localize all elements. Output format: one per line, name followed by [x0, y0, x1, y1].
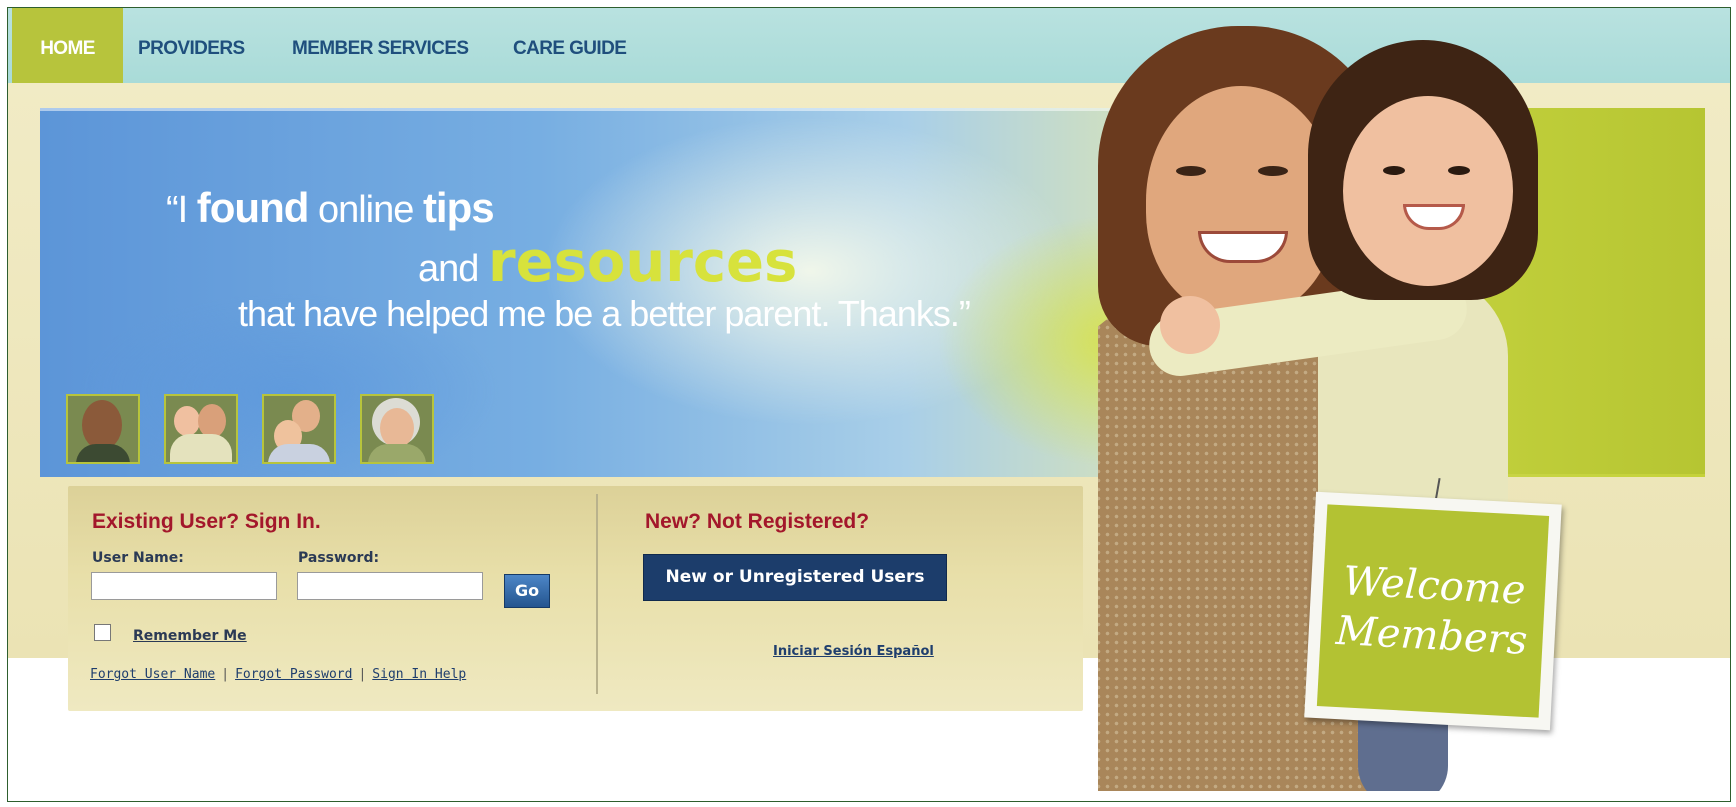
nav-providers[interactable]: PROVIDERS	[138, 38, 245, 60]
hero-quote-line-2: and resources	[418, 230, 797, 295]
password-label: Password:	[298, 550, 380, 566]
testimonial-thumb-senior[interactable]	[360, 394, 434, 464]
new-unregistered-users-button[interactable]: New or Unregistered Users	[643, 554, 947, 601]
username-label: User Name:	[92, 550, 184, 566]
quote-resources: resources	[487, 230, 798, 295]
spanish-signin-link[interactable]: Iniciar Sesión Español	[773, 644, 934, 659]
welcome-members-sign: Welcome Members	[1304, 491, 1562, 731]
man-face-icon	[82, 400, 122, 450]
woman-face-icon	[198, 404, 226, 438]
panel-divider	[596, 494, 598, 694]
link-separator: |	[358, 667, 367, 682]
nav-care-guide[interactable]: CARE GUIDE	[513, 38, 627, 60]
remember-me-checkbox[interactable]	[94, 624, 111, 641]
forgot-username-link[interactable]: Forgot User Name	[90, 667, 215, 682]
remember-me-link[interactable]: Remember Me	[133, 628, 247, 644]
hero-quote-line-1: “I found online tips	[166, 184, 495, 232]
quote-online: online	[308, 189, 423, 231]
sign-line-members: Members	[1334, 607, 1529, 664]
quote-open: “I	[166, 189, 197, 231]
clothes-icon	[268, 444, 330, 462]
register-title: New? Not Registered?	[645, 510, 870, 533]
girl-face-icon	[174, 406, 200, 436]
help-links-row: Forgot User Name | Forgot Password | Sign In…	[90, 667, 466, 682]
page-frame: HOME PROVIDERS MEMBER SERVICES CARE GUID…	[7, 7, 1731, 802]
username-input[interactable]	[91, 572, 277, 600]
quote-tips: tips	[422, 184, 495, 231]
testimonial-thumb-man[interactable]	[66, 394, 140, 464]
clothes-icon	[368, 444, 426, 462]
go-button[interactable]: Go	[504, 574, 550, 608]
hero-quote-line-3: that have helped me be a better parent. …	[238, 293, 971, 334]
senior-face-icon	[380, 408, 414, 448]
testimonial-thumb-couple[interactable]	[262, 394, 336, 464]
nav-home[interactable]: HOME	[12, 8, 123, 86]
testimonial-thumb-mother-daughter[interactable]	[164, 394, 238, 464]
sign-in-help-link[interactable]: Sign In Help	[372, 667, 466, 682]
quote-found: found	[196, 184, 310, 231]
link-separator: |	[221, 667, 230, 682]
forgot-password-link[interactable]: Forgot Password	[235, 667, 352, 682]
quote-and: and	[418, 248, 488, 290]
nav-member-services[interactable]: MEMBER SERVICES	[292, 38, 469, 60]
clothes-icon	[170, 434, 232, 462]
man-shirt-icon	[76, 444, 130, 462]
login-panel: Existing User? Sign In. User Name: Passw…	[68, 486, 1083, 711]
signin-title: Existing User? Sign In.	[92, 510, 321, 533]
password-input[interactable]	[297, 572, 483, 600]
